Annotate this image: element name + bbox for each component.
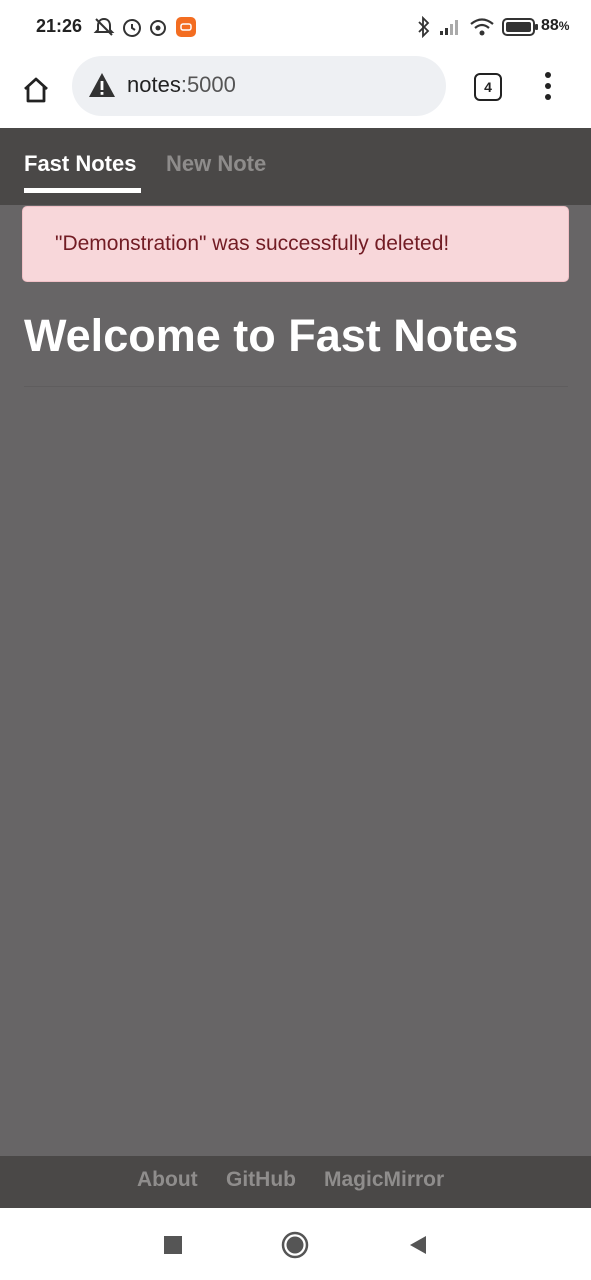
url-text[interactable]: notes:5000 [127,72,236,98]
url-bar[interactable]: notes:5000 [72,56,446,116]
battery-icon [501,14,539,40]
home-icon [24,77,48,103]
battery-percentage: 88% [541,17,570,34]
page-title: Welcome to Fast Notes [24,310,519,361]
alert-message: "Demonstration" was successfully deleted… [55,232,450,255]
cellular-signal-icon [438,14,462,40]
nav-fast-notes[interactable]: Fast Notes [24,151,136,177]
status-time: 21:26 [36,16,83,36]
footer: About GitHub MagicMirror [0,1156,591,1208]
delete-success-alert: "Demonstration" was successfully deleted… [22,206,569,282]
back-triangle-icon[interactable] [402,1230,432,1260]
footer-link-magicmirror[interactable]: MagicMirror [324,1168,444,1192]
do-not-disturb-off-icon [92,14,116,40]
home-button[interactable] [16,70,56,110]
title-divider [24,386,568,387]
bluetooth-icon [416,14,432,40]
wifi-icon [468,14,496,40]
app-navbar: Fast Notes New Note [0,128,591,205]
recents-square-icon[interactable] [158,1230,188,1260]
app-notification-icon [175,14,197,40]
music-icon [148,14,170,40]
tabs-icon: 4 [484,79,492,95]
footer-link-github[interactable]: GitHub [226,1168,296,1192]
footer-link-about[interactable]: About [137,1168,198,1192]
home-circle-icon[interactable] [280,1230,310,1260]
browser-toolbar: notes:5000 4 [0,56,591,128]
status-bar: 21:26 88% [0,0,591,56]
more-vert-icon[interactable] [536,70,560,102]
alarm-icon [120,14,144,40]
not-secure-warning-icon[interactable] [88,72,116,98]
active-nav-indicator [24,188,141,193]
android-navigation-bar [0,1208,591,1280]
tabs-button[interactable]: 4 [474,73,502,101]
nav-new-note[interactable]: New Note [166,151,266,177]
